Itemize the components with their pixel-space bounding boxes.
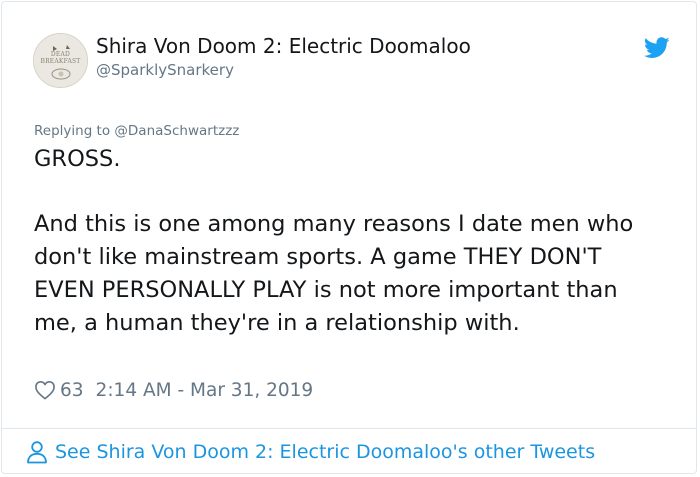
embedded-tweet-card: DEAD BREAKFAST Shira Von Doom 2: Electri… [1, 1, 697, 474]
reply-context: Replying to @DanaSchwartzzz [34, 123, 239, 139]
tweet-meta: 63 2:14 AM - Mar 31, 2019 [34, 377, 313, 403]
replying-prefix: Replying to [34, 123, 111, 139]
heart-icon[interactable] [34, 380, 56, 400]
tweet-text-paragraph2: And this is one among many reasons I dat… [34, 211, 634, 336]
divider [2, 428, 696, 429]
display-name[interactable]: Shira Von Doom 2: Electric Doomaloo [96, 34, 471, 58]
twitter-bird-icon[interactable] [644, 37, 670, 59]
see-other-tweets-label: See Shira Von Doom 2: Electric Doomaloo'… [55, 441, 596, 463]
timestamp[interactable]: 2:14 AM - Mar 31, 2019 [96, 380, 314, 401]
avatar[interactable]: DEAD BREAKFAST [33, 33, 88, 88]
replying-to-link[interactable]: @DanaSchwartzzz [114, 123, 239, 139]
user-handle[interactable]: @SparklySnarkery [96, 61, 234, 79]
see-other-tweets-link[interactable]: See Shira Von Doom 2: Electric Doomaloo'… [26, 440, 595, 464]
tweet-text-line1: GROSS. [34, 146, 121, 172]
like-count[interactable]: 63 [60, 380, 84, 401]
person-icon [27, 441, 47, 464]
avatar-logo-text: DEAD BREAKFAST [40, 51, 81, 65]
